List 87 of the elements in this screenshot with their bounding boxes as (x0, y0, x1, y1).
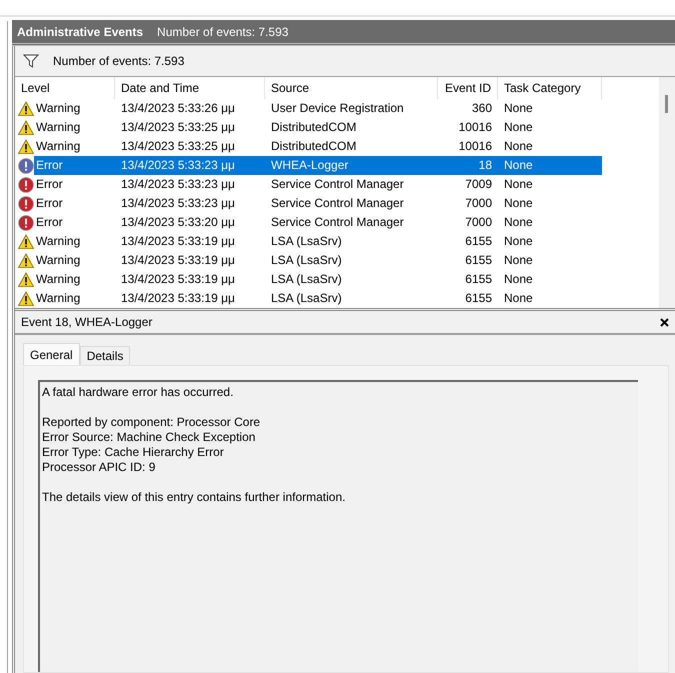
filter-icon[interactable] (23, 54, 39, 68)
table-cell[interactable]: 13/4/2023 5:33:19 μμ (115, 251, 265, 270)
table-cell[interactable]: 6155 (438, 251, 498, 270)
table-cell[interactable]: DistributedCOM (265, 118, 438, 137)
table-cell[interactable]: 7000 (438, 194, 498, 213)
error-icon (18, 196, 34, 212)
table-cell[interactable]: Service Control Manager (265, 213, 438, 232)
error-icon (18, 158, 34, 174)
table-cell[interactable]: 13/4/2023 5:33:23 μμ (115, 194, 265, 213)
description-text: The details view of this entry contains further information. (42, 490, 346, 505)
table-cell[interactable]: 13/4/2023 5:33:25 μμ (115, 137, 265, 156)
warning-icon (18, 101, 34, 116)
column-header[interactable]: Source (265, 77, 438, 99)
column-header[interactable]: Level (15, 77, 115, 99)
column-header[interactable]: Event ID (438, 77, 498, 99)
table-cell[interactable]: 13/4/2023 5:33:19 μμ (115, 270, 265, 289)
warning-icon (18, 234, 34, 249)
table-cell[interactable]: 6155 (438, 270, 498, 289)
table-cell[interactable]: LSA (LsaSrv) (265, 289, 438, 308)
table-cell[interactable]: 13/4/2023 5:33:19 μμ (115, 289, 265, 308)
warning-icon (18, 291, 34, 306)
table-cell[interactable]: Warning (34, 137, 115, 156)
table-cell[interactable]: 13/4/2023 5:33:20 μμ (115, 213, 265, 232)
table-cell[interactable]: None (498, 194, 602, 213)
table-cell[interactable]: Error (34, 156, 115, 175)
warning-icon (18, 139, 34, 154)
event-count: Number of events: 7.593 (53, 54, 184, 68)
table-cell[interactable]: None (498, 118, 602, 137)
table-cell[interactable]: DistributedCOM (265, 137, 438, 156)
table-cell[interactable]: 6155 (438, 289, 498, 308)
table-cell[interactable]: None (498, 232, 602, 251)
error-icon (18, 214, 34, 230)
table-cell[interactable]: 10016 (438, 137, 498, 156)
description-text: Reported by component: Processor Core (42, 415, 262, 430)
error-icon (18, 176, 34, 192)
table-cell[interactable]: 6155 (438, 232, 498, 251)
table-cell[interactable]: Warning (34, 232, 115, 251)
details-title: Event 18, WHEA-Logger (21, 315, 152, 329)
table-cell[interactable]: Warning (34, 251, 115, 270)
table-cell[interactable]: LSA (LsaSrv) (265, 270, 438, 289)
column-header[interactable]: Date and Time (115, 77, 265, 99)
table-cell[interactable]: 7009 (438, 175, 498, 194)
table-cell[interactable]: None (498, 270, 602, 289)
tab[interactable]: Details (80, 346, 130, 365)
table-cell[interactable]: Warning (34, 270, 115, 289)
table-cell[interactable]: User Device Registration (265, 99, 438, 118)
warning-icon (18, 253, 34, 268)
close-icon[interactable] (660, 318, 669, 326)
table-cell[interactable]: 13/4/2023 5:33:25 μμ (115, 118, 265, 137)
table-cell[interactable]: Service Control Manager (265, 194, 438, 213)
description-text: A fatal hardware error has occurred. (42, 385, 234, 400)
table-cell[interactable]: Service Control Manager (265, 175, 438, 194)
table-cell[interactable]: 13/4/2023 5:33:26 μμ (115, 99, 265, 118)
table-cell[interactable]: Error (34, 194, 115, 213)
table-cell[interactable]: None (498, 289, 602, 308)
table-cell[interactable]: None (498, 156, 602, 175)
table-cell[interactable]: 7000 (438, 213, 498, 232)
description-text: Processor APIC ID: 9 (42, 460, 156, 475)
table-cell[interactable]: 13/4/2023 5:33:23 μμ (115, 175, 265, 194)
warning-icon (18, 272, 34, 287)
description-text: Error Type: Cache Hierarchy Error (42, 445, 225, 460)
table-cell[interactable]: Error (34, 175, 115, 194)
scroll-thumb[interactable] (665, 95, 668, 113)
view-title: Administrative Events (17, 24, 144, 38)
table-cell[interactable]: 10016 (438, 118, 498, 137)
table-cell[interactable]: None (498, 99, 602, 118)
table-cell[interactable]: 13/4/2023 5:33:19 μμ (115, 232, 265, 251)
table-cell[interactable]: 18 (438, 156, 498, 175)
table-cell[interactable]: None (498, 251, 602, 270)
table-cell[interactable]: None (498, 137, 602, 156)
table-cell[interactable]: Warning (34, 118, 115, 137)
scrollbar[interactable] (659, 77, 675, 308)
warning-icon (18, 120, 34, 135)
tab[interactable]: General (23, 343, 80, 365)
table-cell[interactable]: 360 (438, 99, 498, 118)
table-cell[interactable]: 13/4/2023 5:33:23 μμ (115, 156, 265, 175)
table-cell[interactable]: Error (34, 213, 115, 232)
table-cell[interactable]: Warning (34, 289, 115, 308)
table-cell[interactable]: LSA (LsaSrv) (265, 251, 438, 270)
column-header[interactable]: Task Category (498, 77, 602, 99)
table-cell[interactable]: None (498, 175, 602, 194)
table-cell[interactable]: LSA (LsaSrv) (265, 232, 438, 251)
event-count: Number of events: 7.593 (157, 24, 288, 38)
table-cell[interactable]: None (498, 213, 602, 232)
table-cell[interactable]: WHEA-Logger (265, 156, 438, 175)
description-text: Error Source: Machine Check Exception (42, 430, 256, 445)
table-cell[interactable]: Warning (34, 99, 115, 118)
